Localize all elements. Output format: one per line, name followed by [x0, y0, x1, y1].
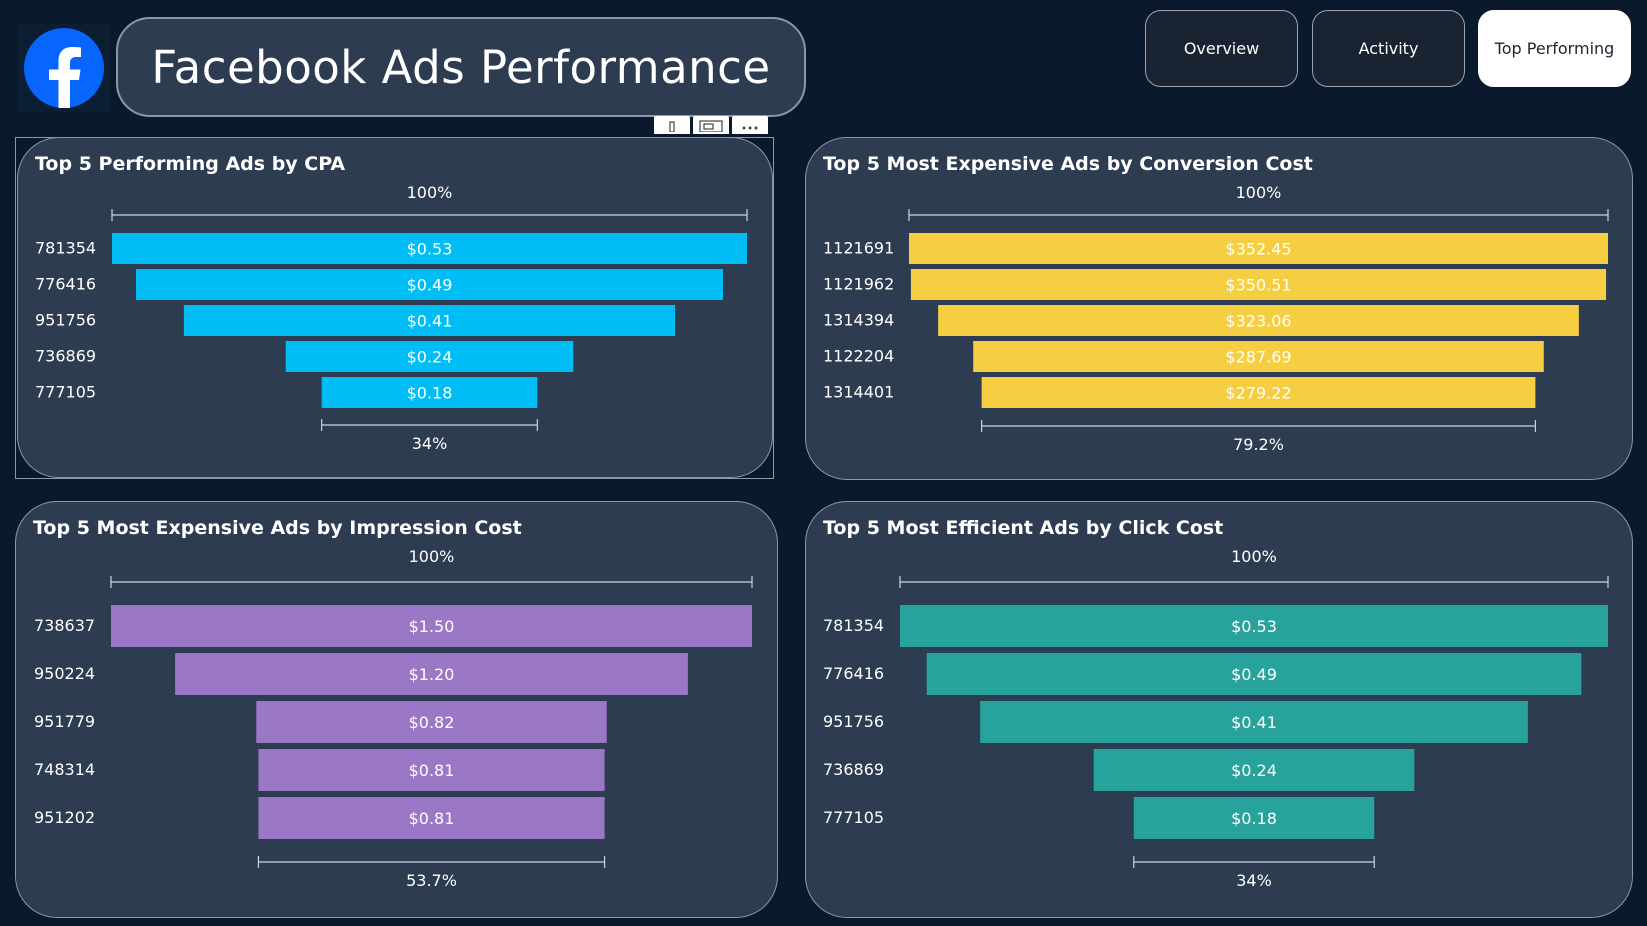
chart-panel-conversion-cost[interactable]: Top 5 Most Expensive Ads by Conversion C… [805, 137, 1633, 480]
bar-value-label: $0.18 [407, 384, 453, 403]
bottom-percent-bracket [257, 856, 606, 868]
category-label: 1314394 [823, 311, 894, 330]
more-options-icon[interactable] [732, 116, 768, 134]
top-percent-label: 100% [1231, 547, 1277, 566]
funnel-chart-cpa: 100% $0.53 781354 $0.49 776416 $0.41 951756 $0.… [35, 183, 748, 453]
bar-value-label: $0.18 [1231, 809, 1277, 828]
bar-value-label: $1.20 [409, 665, 455, 684]
bar-value-label: $352.45 [1225, 240, 1291, 259]
top-percent-label: 100% [409, 547, 455, 566]
chart-panel-cpa[interactable]: Top 5 Performing Ads by CPA 100% $0.53 781… [17, 137, 773, 478]
nav-button-activity[interactable]: Activity [1312, 10, 1465, 87]
top-percent-bracket [908, 209, 1609, 221]
bar-value-label: $0.53 [1231, 617, 1277, 636]
bar-value-label: $0.53 [407, 240, 453, 259]
category-label: 1121691 [823, 239, 894, 258]
category-label: 776416 [35, 275, 96, 294]
category-label: 951756 [823, 712, 884, 731]
bar-value-label: $279.22 [1225, 384, 1291, 403]
category-label: 1314401 [823, 383, 894, 402]
visual-header-toolbar [654, 116, 768, 134]
bottom-percent-label: 79.2% [1233, 435, 1284, 454]
page-title-box: Facebook Ads Performance [116, 17, 806, 117]
chart-panel-click-cost[interactable]: Top 5 Most Efficient Ads by Click Cost 1… [805, 501, 1633, 918]
category-label: 736869 [823, 760, 884, 779]
top-percent-bracket [110, 576, 753, 588]
bar-value-label: $0.81 [409, 809, 455, 828]
bar-value-label: $1.50 [409, 617, 455, 636]
top-percent-bracket [899, 576, 1609, 588]
bottom-percent-bracket [981, 420, 1536, 432]
funnel-chart-click-cost: 100% $0.53 781354 $0.49 776416 $0.41 951756 $0.… [823, 547, 1609, 890]
category-label: 951202 [34, 808, 95, 827]
bar-value-label: $323.06 [1225, 312, 1291, 331]
filter-icon[interactable] [654, 116, 690, 134]
bar-value-label: $0.41 [407, 312, 453, 331]
category-label: 951756 [35, 311, 96, 330]
bar-value-label: $0.81 [409, 761, 455, 780]
bar-value-label: $0.24 [1231, 761, 1277, 780]
category-label: 781354 [35, 239, 96, 258]
top-percent-bracket [111, 209, 748, 221]
category-label: 776416 [823, 664, 884, 683]
category-label: 738637 [34, 616, 95, 635]
bottom-percent-bracket [321, 419, 538, 431]
category-label: 1121962 [823, 275, 894, 294]
top-percent-label: 100% [407, 183, 453, 202]
category-label: 777105 [823, 808, 884, 827]
facebook-logo-icon [18, 24, 110, 112]
bar-value-label: $350.51 [1225, 276, 1291, 295]
top-percent-label: 100% [1236, 183, 1282, 202]
bar-value-label: $0.49 [1231, 665, 1277, 684]
category-label: 777105 [35, 383, 96, 402]
nav-button-overview[interactable]: Overview [1145, 10, 1298, 87]
bottom-percent-label: 34% [412, 434, 448, 453]
bar-value-label: $287.69 [1225, 348, 1291, 367]
category-label: 1122204 [823, 347, 894, 366]
funnel-chart-conversion-cost: 100% $352.45 1121691 $350.51 1121962 $323.06 1… [823, 183, 1609, 454]
category-label: 781354 [823, 616, 884, 635]
nav-button-top-performing[interactable]: Top Performing [1478, 10, 1631, 87]
bottom-percent-bracket [1133, 856, 1375, 868]
bottom-percent-label: 34% [1236, 871, 1272, 890]
bar-value-label: $0.49 [407, 276, 453, 295]
bottom-percent-label: 53.7% [406, 871, 457, 890]
chart-panel-impression-cost[interactable]: Top 5 Most Expensive Ads by Impression C… [15, 501, 778, 918]
bar-value-label: $0.41 [1231, 713, 1277, 732]
category-label: 950224 [34, 664, 95, 683]
funnel-chart-impression-cost: 100% $1.50 738637 $1.20 950224 $0.82 951779 $0.… [34, 547, 753, 890]
category-label: 736869 [35, 347, 96, 366]
page-title: Facebook Ads Performance [151, 40, 771, 94]
focus-mode-icon[interactable] [693, 116, 729, 134]
bar-value-label: $0.24 [407, 348, 453, 367]
bar-value-label: $0.82 [409, 713, 455, 732]
category-label: 951779 [34, 712, 95, 731]
category-label: 748314 [34, 760, 95, 779]
